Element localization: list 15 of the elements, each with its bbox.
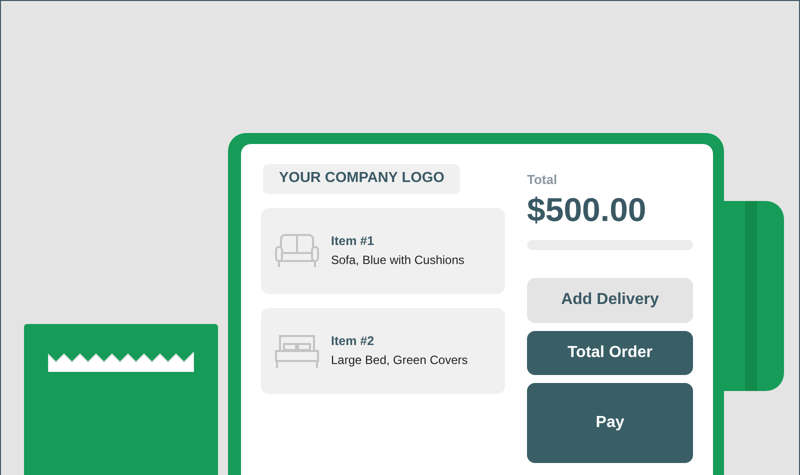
total-amount: $500.00 <box>527 192 648 228</box>
item-description: Sofa, Blue with Cushions <box>331 252 464 270</box>
item-description: Large Bed, Green Covers <box>331 352 468 370</box>
action-button[interactable]: Pay <box>527 382 693 463</box>
item-card[interactable]: Item #1 Sofa, Blue with Cushions <box>261 208 505 294</box>
sofa-icon <box>275 232 319 269</box>
bed-icon <box>275 332 319 369</box>
action-button[interactable]: Add Delivery <box>527 278 693 323</box>
receipt-paper-icon <box>48 352 194 372</box>
item-card[interactable]: Item #2 Large Bed, Green Covers <box>261 308 505 394</box>
action-button[interactable]: Total Order <box>527 330 693 375</box>
company-logo: YOUR COMPANY LOGO <box>263 164 460 194</box>
total-label: Total <box>527 171 558 189</box>
item-title: Item #1 <box>331 233 376 250</box>
item-title: Item #2 <box>331 333 376 350</box>
